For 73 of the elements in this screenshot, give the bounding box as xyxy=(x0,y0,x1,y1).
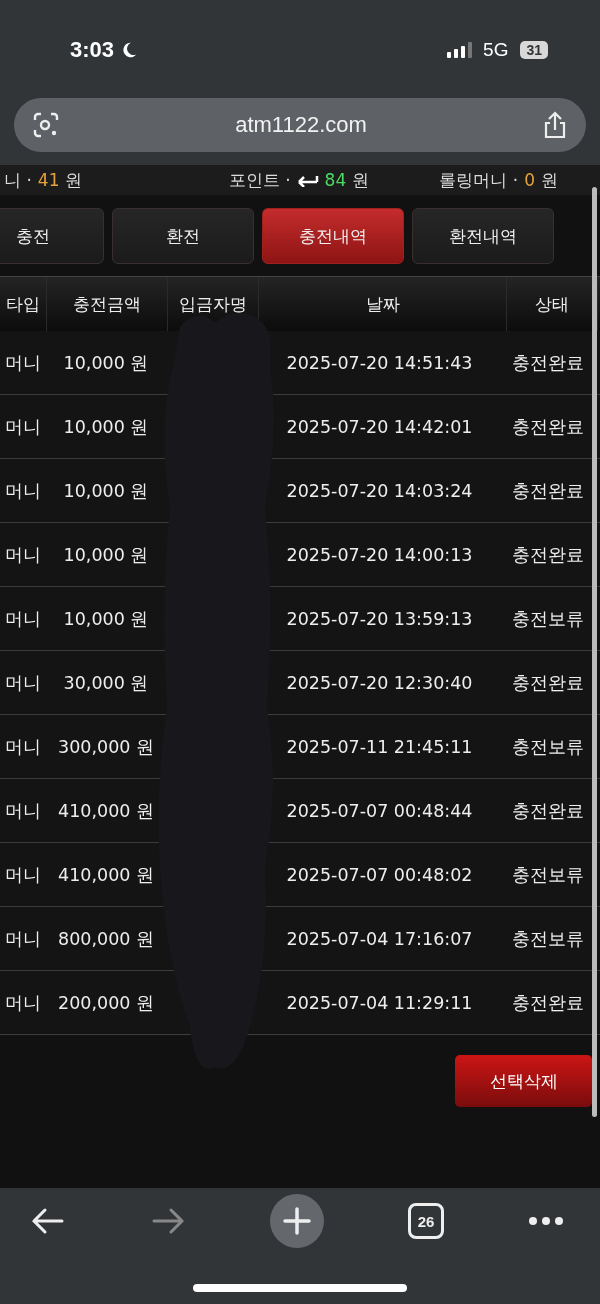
table-cell-text: 머니 xyxy=(4,863,42,887)
table-cell-text: 30,000 원 xyxy=(62,671,150,695)
table-cell-text: 머니 xyxy=(4,735,42,759)
share-icon[interactable] xyxy=(542,110,568,140)
signal-icon xyxy=(447,42,474,58)
tab[interactable]: 환전 xyxy=(112,208,254,264)
tab[interactable]: 충전 xyxy=(0,208,104,264)
table-cell-text: 800,000 원 xyxy=(57,927,155,951)
table-cell-text: 2025-07-20 14:03:24 xyxy=(285,479,474,503)
table-cell-text: 충전완료 xyxy=(511,799,585,823)
table-cell-text: 10,000 원 xyxy=(62,351,150,375)
table-cell-text: 2025-07-11 21:45:11 xyxy=(285,735,474,759)
table-cell-text: 머니 xyxy=(4,351,42,375)
tab-count-button[interactable]: 26 xyxy=(408,1203,444,1239)
table-cell-text: 머니 xyxy=(4,607,42,631)
table-cell-text: 2025-07-20 13:59:13 xyxy=(285,607,474,631)
table-cell-text: 2025-07-20 12:30:40 xyxy=(285,671,474,695)
table-cell-text: 충전완료 xyxy=(511,991,585,1015)
table-cell-text: 2025-07-04 17:16:07 xyxy=(285,927,474,951)
more-icon[interactable] xyxy=(528,1216,564,1226)
balance-label: 롤링머니 · xyxy=(439,168,519,192)
table-cell-text: 충전완료 xyxy=(511,479,585,503)
table-cell-text: 머니 xyxy=(4,991,42,1015)
table-cell-text: 머니 xyxy=(4,415,42,439)
table-cell-text: 10,000 원 xyxy=(62,543,150,567)
balance-amount: 0 xyxy=(524,170,535,190)
network-type: 5G xyxy=(483,39,509,61)
new-tab-icon[interactable] xyxy=(270,1194,324,1248)
table-cell-text: 충전보류 xyxy=(511,863,585,887)
table-cell-text: 300,000 원 xyxy=(57,735,155,759)
table-cell-text: 10,000 원 xyxy=(62,607,150,631)
balance-amount: 84 xyxy=(324,170,347,190)
table-cell-text: 머니 xyxy=(4,479,42,503)
table-cell-text: 충전완료 xyxy=(511,415,585,439)
table-cell-text: 2025-07-07 00:48:02 xyxy=(285,863,474,887)
back-icon[interactable] xyxy=(30,1206,66,1236)
currency-unit: 원 xyxy=(65,168,83,192)
table-cell-text: 충전보류 xyxy=(511,735,585,759)
table-cell-text: 2025-07-04 11:29:11 xyxy=(285,991,474,1015)
table-cell-text: 10,000 원 xyxy=(62,415,150,439)
currency-unit: 원 xyxy=(541,168,558,192)
battery-level: 31 xyxy=(520,41,548,59)
table-cell-text: 410,000 원 xyxy=(57,863,155,887)
table-cell-text: 2025-07-20 14:51:43 xyxy=(285,351,474,375)
table-cell-text: 충전보류 xyxy=(511,607,585,631)
table-cell-text: 2025-07-20 14:00:13 xyxy=(285,543,474,567)
forward-icon[interactable] xyxy=(150,1206,186,1236)
table-cell-text: 충전완료 xyxy=(511,671,585,695)
table-cell-text: 머니 xyxy=(4,671,42,695)
transfer-arrow-icon xyxy=(296,173,319,187)
table-cell-text: 머니 xyxy=(4,799,42,823)
table-cell-text: 2025-07-07 00:48:44 xyxy=(285,799,474,823)
scrollbar[interactable] xyxy=(592,187,597,1117)
clock-time: 3:03 xyxy=(70,37,115,63)
table-cell-text: 충전보류 xyxy=(511,927,585,951)
table-cell-text: 충전완료 xyxy=(511,543,585,567)
table-cell-text: 충전완료 xyxy=(511,351,585,375)
tab[interactable]: 충전내역 xyxy=(262,208,404,264)
table-cell-text: 410,000 원 xyxy=(57,799,155,823)
table-cell-text: 200,000 원 xyxy=(57,991,155,1015)
url-text: atm1122.com xyxy=(234,112,368,138)
currency-unit: 원 xyxy=(352,168,370,192)
lens-icon[interactable] xyxy=(32,111,60,139)
balance-label: 니 · xyxy=(4,168,32,192)
tab[interactable]: 환전내역 xyxy=(412,208,554,264)
delete-selected-button[interactable]: 선택삭제 xyxy=(455,1055,592,1107)
balance-amount: 41 xyxy=(37,170,60,190)
table-cell-text: 머니 xyxy=(4,543,42,567)
address-bar[interactable]: atm1122.com xyxy=(14,98,586,152)
table-cell-text: 10,000 원 xyxy=(62,479,150,503)
table-cell-text: 2025-07-20 14:42:01 xyxy=(285,415,474,439)
balance-label: 포인트 · xyxy=(228,168,291,192)
table-cell-text: 머니 xyxy=(4,927,42,951)
